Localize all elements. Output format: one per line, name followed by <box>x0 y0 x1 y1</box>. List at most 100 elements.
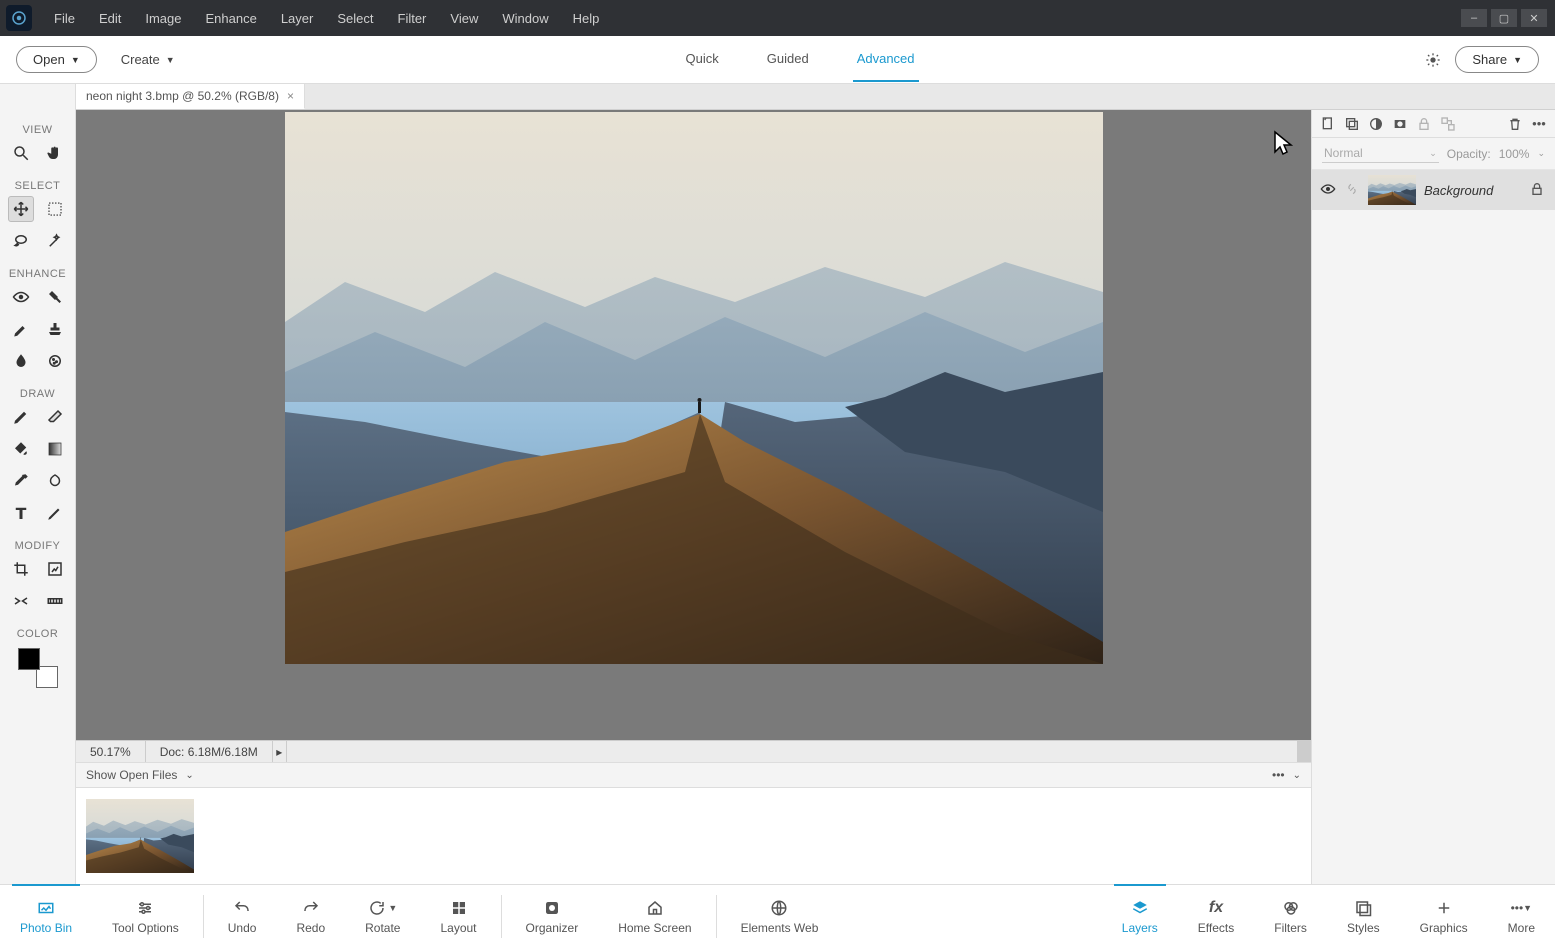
crop-tool[interactable] <box>8 556 34 582</box>
open-button[interactable]: Open ▼ <box>16 46 97 73</box>
pencil-tool[interactable] <box>42 500 68 526</box>
redeye-tool[interactable] <box>8 284 34 310</box>
menu-image[interactable]: Image <box>133 0 193 36</box>
zoom-tool[interactable] <box>8 140 34 166</box>
blur-tool[interactable] <box>8 348 34 374</box>
magic-wand-tool[interactable] <box>42 228 68 254</box>
btn-organizer[interactable]: Organizer <box>506 885 599 948</box>
photobin-thumbnail[interactable] <box>86 799 194 873</box>
menu-layer[interactable]: Layer <box>269 0 326 36</box>
photobin-header: Show Open Files ⌄ ••• ⌄ <box>76 762 1311 788</box>
content-aware-tool[interactable] <box>8 588 34 614</box>
new-layer-icon[interactable] <box>1320 116 1336 132</box>
brush-tool[interactable] <box>8 404 34 430</box>
more-icon: ••• ▼ <box>1511 898 1533 918</box>
menu-enhance[interactable]: Enhance <box>194 0 269 36</box>
group-modify-label: MODIFY <box>15 540 61 552</box>
opacity-label: Opacity: <box>1447 147 1491 161</box>
foreground-color[interactable] <box>18 648 40 670</box>
grid-icon <box>450 898 468 918</box>
chevron-down-icon[interactable]: ⌄ <box>185 770 193 781</box>
menu-filter[interactable]: Filter <box>386 0 439 36</box>
photobin-title[interactable]: Show Open Files <box>86 768 177 782</box>
trash-icon[interactable] <box>1507 116 1523 132</box>
close-icon[interactable]: × <box>287 89 294 103</box>
layer-item[interactable]: Background <box>1312 170 1555 210</box>
status-zoom[interactable]: 50.17% <box>76 741 146 762</box>
eyedropper-tool[interactable] <box>8 468 34 494</box>
btn-styles[interactable]: Styles <box>1327 885 1400 948</box>
layers-icon <box>1131 898 1149 918</box>
tab-advanced[interactable]: Advanced <box>853 37 919 82</box>
canvas-area[interactable] <box>76 110 1311 740</box>
smart-brush-tool[interactable] <box>8 316 34 342</box>
adjust-layer-icon[interactable] <box>1368 116 1384 132</box>
panel-menu-icon[interactable]: ••• <box>1531 116 1547 132</box>
left-toolbar: VIEW SELECT ENHANCE DRAW <box>0 110 76 884</box>
photobin <box>76 788 1311 884</box>
paint-bucket-tool[interactable] <box>8 436 34 462</box>
btn-more[interactable]: ••• ▼ More <box>1488 885 1555 948</box>
fx-icon: fx <box>1209 898 1223 918</box>
btn-filters[interactable]: Filters <box>1254 885 1327 948</box>
btn-home-screen[interactable]: Home Screen <box>598 885 711 948</box>
clone-stamp-tool[interactable] <box>42 316 68 342</box>
chevron-down-icon[interactable]: ⌄ <box>1293 770 1301 781</box>
share-button[interactable]: Share ▼ <box>1455 46 1539 73</box>
chevron-down-icon: ▼ <box>1513 55 1522 65</box>
hand-tool[interactable] <box>42 140 68 166</box>
btn-redo[interactable]: Redo <box>276 885 345 948</box>
btn-elements-web[interactable]: Elements Web <box>721 885 839 948</box>
tab-quick[interactable]: Quick <box>682 37 723 82</box>
btn-tool-options[interactable]: Tool Options <box>92 885 199 948</box>
marquee-tool[interactable] <box>42 196 68 222</box>
blend-mode-select[interactable]: Normal ⌄ <box>1322 144 1439 163</box>
layer-name[interactable]: Background <box>1424 183 1521 198</box>
lock-icon[interactable] <box>1416 116 1432 132</box>
window-close[interactable]: ✕ <box>1521 9 1547 27</box>
window-minimize[interactable]: – <box>1461 9 1487 27</box>
btn-rotate[interactable]: ▼ Rotate <box>345 885 420 948</box>
move-tool[interactable] <box>8 196 34 222</box>
scrollbar-handle[interactable] <box>1297 741 1311 762</box>
menu-window[interactable]: Window <box>490 0 560 36</box>
rotate-icon: ▼ <box>368 898 397 918</box>
shape-tool[interactable] <box>42 468 68 494</box>
chevron-down-icon[interactable]: ⌄ <box>1537 148 1545 159</box>
type-tool[interactable] <box>8 500 34 526</box>
menu-select[interactable]: Select <box>325 0 385 36</box>
link-icon[interactable] <box>1440 116 1456 132</box>
status-arrow-icon[interactable]: ▸ <box>273 741 287 762</box>
create-button[interactable]: Create ▼ <box>121 52 175 67</box>
btn-graphics[interactable]: Graphics <box>1400 885 1488 948</box>
new-group-icon[interactable] <box>1344 116 1360 132</box>
btn-layers[interactable]: Layers <box>1102 885 1178 948</box>
file-tab[interactable]: neon night 3.bmp @ 50.2% (RGB/8) × <box>76 84 305 109</box>
btn-layout[interactable]: Layout <box>420 885 496 948</box>
menu-file[interactable]: File <box>42 0 87 36</box>
btn-photo-bin[interactable]: Photo Bin <box>0 885 92 948</box>
menu-help[interactable]: Help <box>561 0 612 36</box>
home-icon <box>646 898 664 918</box>
spot-heal-tool[interactable] <box>42 284 68 310</box>
menu-view[interactable]: View <box>438 0 490 36</box>
brightness-icon[interactable] <box>1425 52 1441 68</box>
sponge-tool[interactable] <box>42 348 68 374</box>
layer-lock-icon[interactable] <box>1529 181 1547 200</box>
opacity-value[interactable]: 100% <box>1499 147 1530 161</box>
gradient-tool[interactable] <box>42 436 68 462</box>
more-icon[interactable]: ••• <box>1272 768 1285 782</box>
btn-undo[interactable]: Undo <box>208 885 277 948</box>
straighten-tool[interactable] <box>42 588 68 614</box>
color-swatches[interactable] <box>18 648 58 688</box>
window-maximize[interactable]: ▢ <box>1491 9 1517 27</box>
lasso-tool[interactable] <box>8 228 34 254</box>
menu-edit[interactable]: Edit <box>87 0 133 36</box>
mask-icon[interactable] <box>1392 116 1408 132</box>
btn-effects[interactable]: fx Effects <box>1178 885 1254 948</box>
recompose-tool[interactable] <box>42 556 68 582</box>
layer-link-icon[interactable] <box>1344 182 1360 199</box>
eraser-tool[interactable] <box>42 404 68 430</box>
tab-guided[interactable]: Guided <box>763 37 813 82</box>
visibility-icon[interactable] <box>1320 181 1336 200</box>
